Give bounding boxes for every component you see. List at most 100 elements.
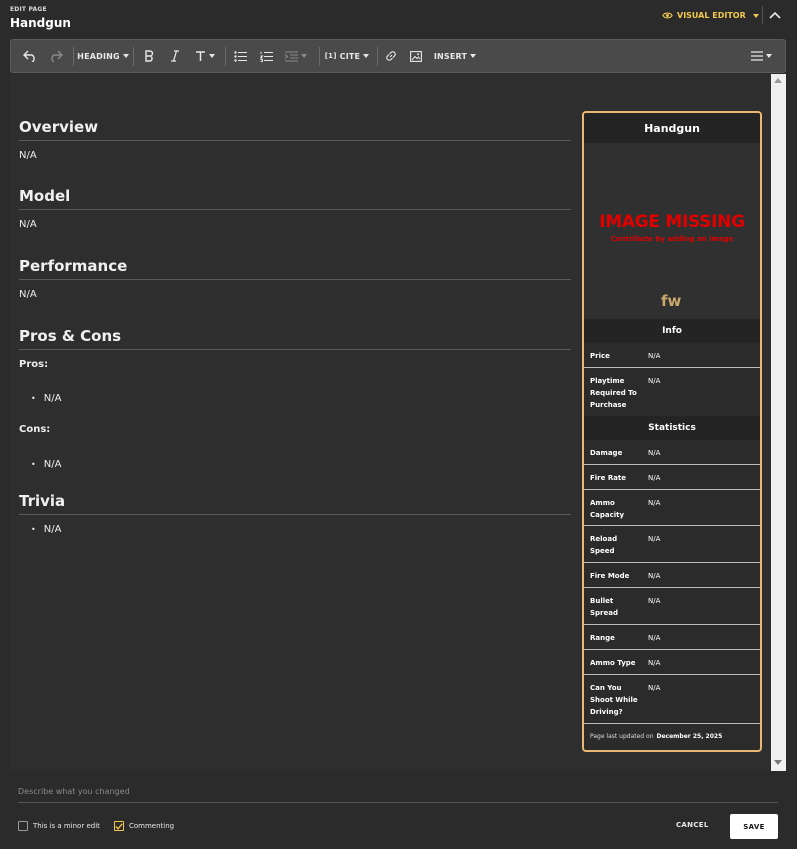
bullet-list-icon — [233, 50, 247, 62]
undo-button[interactable] — [19, 40, 41, 72]
infobox-value: N/A — [648, 377, 661, 385]
cons-label[interactable]: Cons: — [19, 424, 50, 435]
infobox-row: Reload Speed N/A — [584, 526, 760, 563]
infobox-row: Fire Rate N/A — [584, 465, 760, 490]
scroll-down-icon[interactable] — [774, 760, 782, 765]
infobox-value: N/A — [648, 499, 661, 507]
list-item[interactable]: N/A — [31, 524, 62, 535]
chevron-down-icon — [301, 54, 307, 58]
link-button[interactable] — [382, 40, 400, 72]
chevron-down-icon — [122, 54, 129, 58]
editor-header: EDIT PAGE Handgun VISUAL EDITOR — [0, 0, 797, 38]
cite-dropdown[interactable]: [1] CITE — [325, 40, 370, 72]
list-item[interactable]: N/A — [31, 459, 62, 470]
infobox-label: Bullet Spread — [590, 597, 618, 617]
bullet-list-button[interactable] — [231, 40, 249, 72]
infobox-row: Range N/A — [584, 625, 760, 650]
section-heading-trivia[interactable]: Trivia — [19, 492, 571, 515]
cancel-button[interactable]: CANCEL — [676, 821, 709, 829]
insert-dropdown[interactable]: INSERT — [431, 40, 479, 72]
text-style-dropdown[interactable] — [191, 40, 219, 72]
infobox-row: Fire Mode N/A — [584, 563, 760, 588]
section-text[interactable]: N/A — [19, 219, 37, 230]
more-menu-button[interactable] — [747, 40, 775, 72]
chevron-up-icon — [768, 11, 781, 19]
checkmark-icon — [115, 822, 123, 830]
infobox-value: N/A — [648, 659, 661, 667]
image-missing-subtext: Contribute by adding an image — [610, 235, 734, 243]
infobox-info-header: Info — [584, 319, 760, 343]
svg-text:fw: fw — [661, 292, 682, 310]
infobox-value: N/A — [648, 474, 661, 482]
chevron-down-icon — [765, 54, 772, 58]
infobox-title: Handgun — [584, 113, 760, 143]
section-heading-overview[interactable]: Overview — [19, 118, 571, 141]
infobox-label: Ammo Type — [590, 659, 636, 667]
infobox-row: Price N/A — [584, 343, 760, 368]
section-heading-pros-cons[interactable]: Pros & Cons — [19, 327, 571, 350]
toolbar-divider — [73, 47, 74, 66]
infobox-footer: Page last updated on December 25, 2025 — [584, 724, 760, 748]
indent-icon — [285, 50, 298, 62]
infobox-label: Playtime Required To Purchase — [590, 377, 637, 409]
toolbar-divider — [377, 47, 378, 66]
infobox-label: Can You Shoot While Driving? — [590, 684, 638, 716]
section-heading-performance[interactable]: Performance — [19, 257, 571, 280]
infobox-statistics-header: Statistics — [584, 416, 760, 440]
minor-edit-label: This is a minor edit — [33, 822, 100, 830]
toolbar-divider — [225, 47, 226, 66]
heading-label: HEADING — [77, 51, 120, 61]
infobox-row: Ammo Type N/A — [584, 650, 760, 675]
eye-icon — [662, 12, 673, 19]
link-icon — [386, 51, 396, 61]
minor-edit-checkbox[interactable]: This is a minor edit — [18, 821, 100, 831]
collapse-button[interactable] — [762, 6, 786, 24]
image-button[interactable] — [407, 40, 425, 72]
infobox-row: Bullet Spread N/A — [584, 588, 760, 625]
toolbar-divider — [319, 47, 320, 66]
infobox-label: Fire Mode — [590, 572, 630, 580]
infobox-row: Damage N/A — [584, 440, 760, 465]
italic-button[interactable] — [165, 40, 185, 72]
hamburger-icon — [750, 51, 763, 61]
infobox-row: Playtime Required To Purchase N/A — [584, 368, 760, 416]
scroll-up-icon[interactable] — [774, 78, 782, 83]
infobox-row: Can You Shoot While Driving? N/A — [584, 675, 760, 724]
pros-label[interactable]: Pros: — [19, 359, 48, 370]
infobox-label: Reload Speed — [590, 535, 618, 555]
infobox-value: N/A — [648, 634, 661, 642]
redo-icon — [51, 50, 63, 62]
scrollbar[interactable] — [771, 74, 786, 771]
page-title: Handgun — [10, 16, 71, 30]
editor-surface[interactable]: Overview N/A Model N/A Performance N/A P… — [10, 74, 786, 771]
edit-summary-input[interactable]: Describe what you changed — [18, 787, 778, 803]
section-text[interactable]: N/A — [19, 289, 37, 300]
infobox[interactable]: Handgun IMAGE MISSING Contribute by addi… — [582, 111, 762, 752]
save-button[interactable]: SAVE — [730, 814, 778, 839]
infobox-value: N/A — [648, 449, 661, 457]
checkbox-checked-icon[interactable] — [114, 821, 124, 831]
bold-button[interactable] — [139, 40, 159, 72]
insert-label: INSERT — [433, 51, 468, 61]
heading-dropdown[interactable]: HEADING — [77, 40, 129, 72]
infobox-label: Fire Rate — [590, 474, 627, 482]
chevron-down-icon — [209, 54, 215, 58]
chevron-down-icon — [363, 54, 370, 58]
infobox-label: Damage — [590, 449, 623, 457]
wiki-logo-icon: fw — [661, 292, 682, 310]
commenting-checkbox[interactable]: Commenting — [114, 821, 174, 831]
chevron-down-icon — [752, 13, 759, 18]
numbered-list-button[interactable] — [257, 40, 275, 72]
indent-dropdown[interactable] — [281, 40, 311, 72]
last-updated-date: December 25, 2025 — [656, 732, 723, 740]
infobox-value: N/A — [648, 684, 661, 692]
infobox-value: N/A — [648, 597, 661, 605]
visual-editor-button[interactable]: VISUAL EDITOR — [662, 10, 759, 21]
chevron-down-icon — [470, 54, 477, 58]
last-updated-prefix: Page last updated on — [590, 732, 654, 740]
section-text[interactable]: N/A — [19, 150, 37, 161]
checkbox-icon[interactable] — [18, 821, 28, 831]
section-heading-model[interactable]: Model — [19, 187, 571, 210]
redo-button[interactable] — [45, 40, 67, 72]
list-item[interactable]: N/A — [31, 393, 62, 404]
